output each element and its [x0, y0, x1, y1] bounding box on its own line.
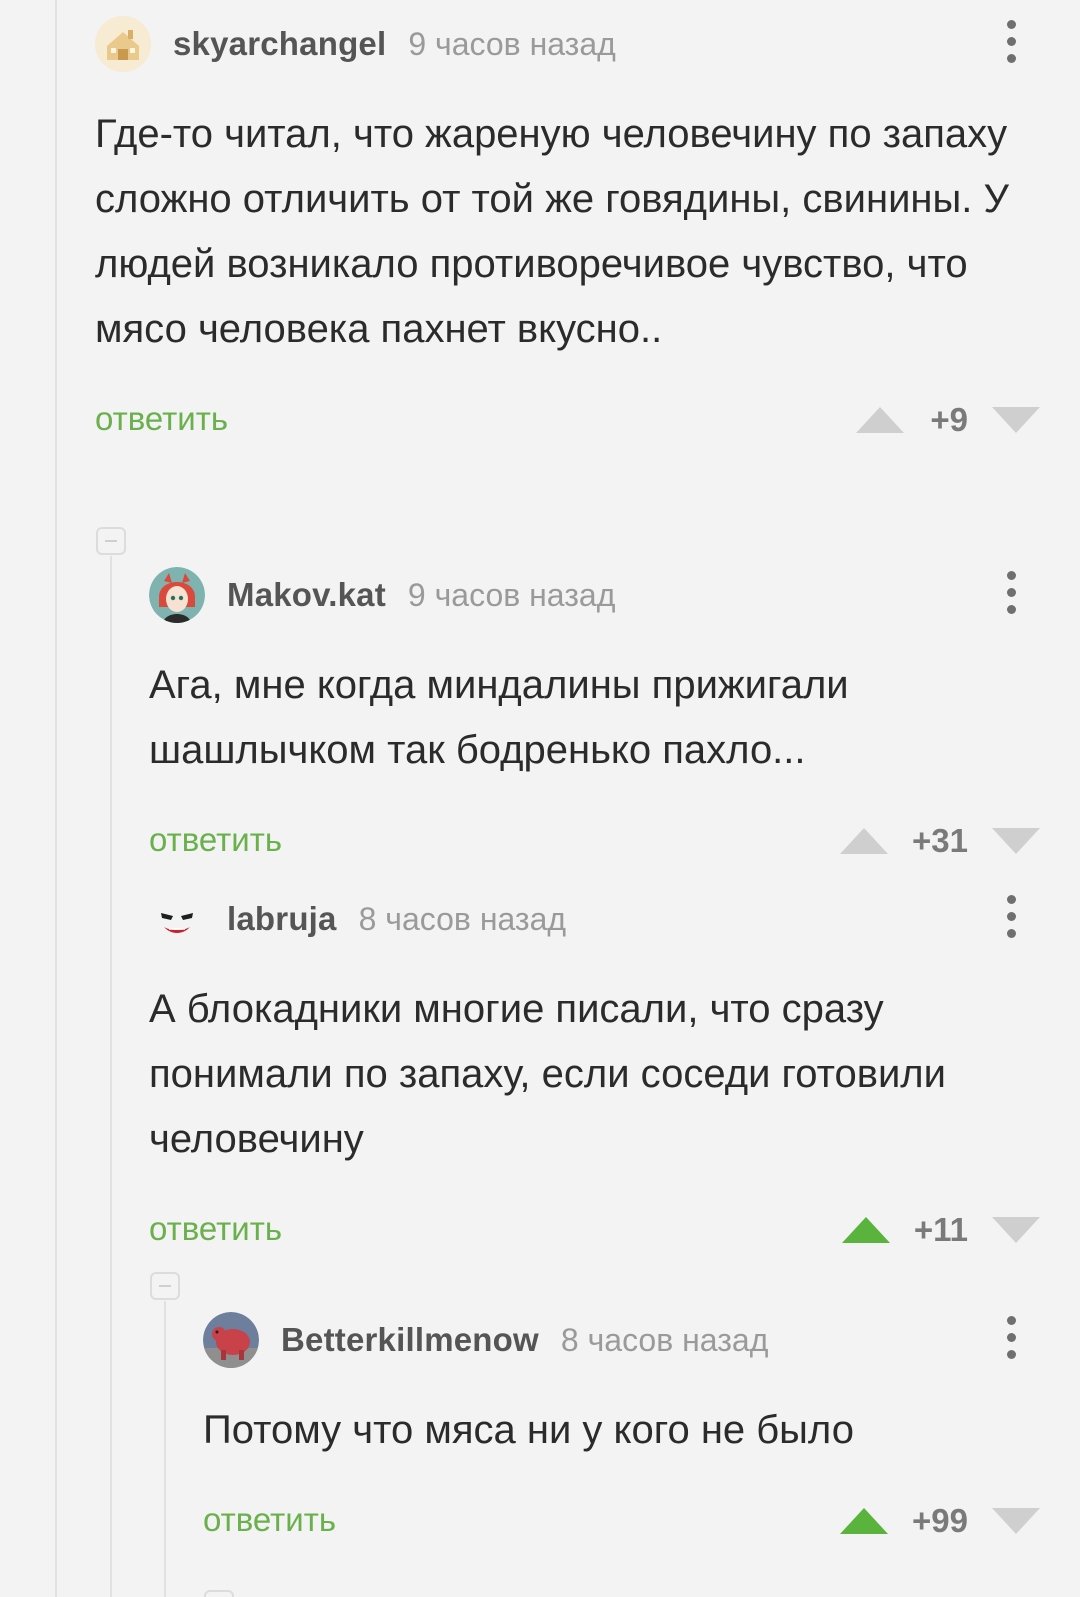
comment-footer: ответить +99 [203, 1491, 1040, 1551]
downvote-icon[interactable] [992, 407, 1040, 433]
comment: Betterkillmenow 8 часов назад Потому что… [203, 1308, 1040, 1551]
upvote-icon[interactable] [856, 407, 904, 433]
comment-username[interactable]: skyarchangel [173, 25, 386, 63]
comment-time: 9 часов назад [408, 25, 616, 62]
comment-score: +11 [913, 1211, 968, 1248]
vote-controls: +9 [856, 394, 1040, 446]
comment-header: Betterkillmenow 8 часов назад [203, 1308, 1040, 1372]
comment-score: +99 [912, 1502, 968, 1539]
comment-score: +9 [930, 401, 968, 438]
comment-text: Потому что мяса ни у кого не было [203, 1408, 854, 1452]
vote-controls: +11 [841, 1204, 1040, 1256]
reply-button[interactable]: ответить [149, 821, 282, 859]
thread-guide-line-root [55, 0, 57, 1597]
thread-guide-line-level-2 [164, 1301, 166, 1597]
comment-header: Makov.kat 9 часов назад [149, 563, 1040, 627]
comment-username[interactable]: labruja [227, 900, 337, 938]
downvote-icon[interactable] [992, 1508, 1040, 1534]
comment-footer: ответить +31 [149, 811, 1040, 871]
red-creature-avatar-icon[interactable] [203, 1312, 259, 1368]
comment-footer: ответить +9 [95, 390, 1040, 450]
comment-header: labruja 8 часов назад [149, 887, 1040, 951]
comment-text: А блокадники многие писали, что сразу по… [149, 987, 946, 1161]
reply-button[interactable]: ответить [149, 1210, 282, 1248]
reply-button[interactable]: ответить [203, 1501, 336, 1539]
downvote-icon[interactable] [992, 1217, 1040, 1243]
more-options-icon[interactable] [1006, 20, 1016, 68]
comment-username[interactable]: Betterkillmenow [281, 1321, 539, 1359]
comment-footer: ответить +11 [149, 1200, 1040, 1260]
upvote-icon[interactable] [841, 1217, 890, 1243]
more-options-icon[interactable] [1006, 571, 1016, 619]
comment-thread: skyarchangel 9 часов назад Где-то читал,… [0, 0, 1080, 1597]
downvote-icon[interactable] [992, 828, 1040, 854]
comment-time: 8 часов назад [560, 1321, 769, 1358]
house-avatar-icon[interactable] [95, 16, 151, 72]
upvote-icon[interactable] [840, 828, 889, 854]
comment-score: +31 [912, 822, 968, 859]
anime-girl-avatar-icon[interactable] [149, 567, 205, 623]
reply-button[interactable]: ответить [95, 400, 228, 438]
comment: labruja 8 часов назад А блокадники многи… [149, 887, 1040, 1260]
collapse-thread-button[interactable] [150, 1272, 180, 1300]
comment-username[interactable]: Makov.kat [227, 576, 386, 614]
comment-text: Ага, мне когда миндалины прижигали шашлы… [149, 663, 849, 772]
thread-guide-line-level-1 [110, 556, 112, 1597]
comment-time: 8 часов назад [358, 900, 567, 937]
comment-time: 9 часов назад [407, 576, 616, 613]
vote-controls: +31 [840, 815, 1040, 867]
comment: Makov.kat 9 часов назад Ага, мне когда м… [149, 563, 1040, 871]
vote-controls: +99 [840, 1495, 1040, 1547]
joker-face-avatar-icon[interactable] [149, 891, 205, 947]
upvote-icon[interactable] [840, 1508, 889, 1534]
collapse-thread-button[interactable] [204, 1590, 234, 1597]
collapse-thread-button[interactable] [96, 527, 126, 555]
comment: skyarchangel 9 часов назад Где-то читал,… [95, 12, 1040, 450]
comment-text: Где-то читал, что жареную человечину по … [95, 112, 1009, 351]
more-options-icon[interactable] [1006, 895, 1016, 943]
comment-header: skyarchangel 9 часов назад [95, 12, 1040, 76]
more-options-icon[interactable] [1006, 1316, 1016, 1364]
